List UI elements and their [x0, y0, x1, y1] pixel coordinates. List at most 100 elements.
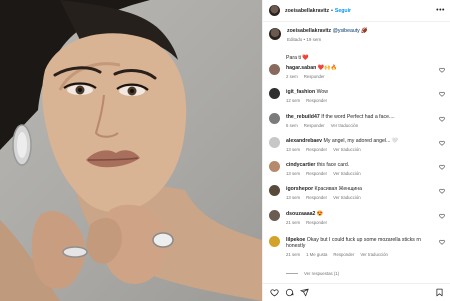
comment-text: igorshepor Красивая Женщина	[286, 186, 436, 192]
comment-body: Красивая Женщина	[314, 186, 363, 192]
caption-edited-label: Editado	[287, 37, 303, 42]
comment-action-link[interactable]: Responder	[304, 74, 325, 79]
comment-action-link[interactable]: Responder	[304, 123, 325, 128]
comment-icon[interactable]	[285, 288, 294, 297]
comment-body: If the word Perfect had a face....	[321, 114, 395, 120]
heart-icon[interactable]	[270, 288, 279, 297]
replies-divider	[286, 273, 298, 274]
caption-extra-text: Para ti ❤️	[286, 55, 309, 61]
comment-body: ❤️🙌🔥	[317, 65, 338, 71]
comment-meta: 2 sem Responder	[286, 74, 331, 79]
comment-time: 13 sem	[286, 147, 301, 152]
more-options-icon[interactable]: •••	[436, 7, 445, 14]
comment-username[interactable]: the_rebuild47	[286, 114, 320, 120]
comment-action-link[interactable]: Ver traducción	[333, 147, 360, 152]
comment-text: cindycartier this face card.	[286, 162, 436, 168]
comment-row: igorshepor Красивая Женщина 13 sem Respond…	[269, 185, 449, 207]
comment-action-link[interactable]: Responder	[306, 98, 327, 103]
comment-username[interactable]: igorshepor	[286, 186, 313, 192]
comment-like-heart-icon[interactable]	[439, 213, 445, 219]
comment-like-heart-icon[interactable]	[439, 91, 445, 97]
comment-like-heart-icon[interactable]	[439, 140, 445, 146]
caption-username[interactable]: zoeisabellakravitz	[287, 28, 331, 34]
comment-username[interactable]: lilpekoe	[286, 237, 305, 243]
comment-username[interactable]: hagar.saban	[286, 65, 316, 71]
caption-time: 19 sem	[306, 37, 322, 42]
caption-mention-link[interactable]: @ysibeauty	[333, 28, 360, 34]
comment-body: My angel, my adored angel... 🤍	[323, 138, 399, 144]
post-photo	[0, 0, 262, 301]
comment-avatar[interactable]	[269, 113, 280, 124]
comment-row: alexandrebaev My angel, my adored angel.…	[269, 137, 449, 159]
comment-action-link[interactable]: Responder	[333, 252, 354, 257]
comment-like-heart-icon[interactable]	[439, 164, 445, 170]
comment-time: 13 sem	[286, 171, 301, 176]
comment-time: 2 sem	[286, 74, 298, 79]
comment-username[interactable]: alexandrebaev	[286, 138, 322, 144]
author-username[interactable]: zoeisabellakravitz	[285, 8, 329, 14]
portrait-image	[0, 0, 262, 301]
comment-username[interactable]: cindycartier	[286, 162, 315, 168]
comment-action-link[interactable]: Responder	[306, 171, 327, 176]
comment-action-link[interactable]: Ver traducción	[333, 171, 360, 176]
comment-avatar[interactable]	[269, 137, 280, 148]
comment-text: the_rebuild47 If the word Perfect had a …	[286, 114, 436, 120]
comment-row: lilpekoe Okay but I could fuck up some m…	[269, 236, 449, 258]
comment-avatar[interactable]	[269, 210, 280, 221]
comment-meta: 13 sem Responder Ver traducción	[286, 147, 367, 152]
comment-username[interactable]: dsouzaaaa2	[286, 211, 315, 217]
comment-row: the_rebuild47 If the word Perfect had a …	[269, 113, 449, 135]
comment-meta: 6 sem Responder Ver traducción	[286, 123, 364, 128]
comment-text: dsouzaaaa2 😍	[286, 211, 436, 217]
comment-action-link[interactable]: Responder	[306, 195, 327, 200]
comment-body: Wow	[316, 89, 328, 95]
comment-time: 21 sem	[286, 252, 301, 257]
caption-separator: •	[303, 37, 306, 42]
comment-time: 13 sem	[286, 195, 301, 200]
comment-like-heart-icon[interactable]	[439, 188, 445, 194]
comment-action-link[interactable]: Ver traducción	[333, 195, 360, 200]
comment-row: dsouzaaaa2 😍 21 sem Responder	[269, 210, 449, 232]
comment-text: igit_fashion Wow	[286, 89, 436, 95]
share-icon[interactable]	[300, 288, 309, 297]
comment-body: this face card.	[316, 162, 350, 168]
comment-action-link[interactable]: 1 Me gusta	[306, 252, 327, 257]
comment-like-heart-icon[interactable]	[439, 239, 445, 245]
comment-time: 12 sem	[286, 98, 301, 103]
comment-action-link[interactable]: Ver traducción	[331, 123, 358, 128]
comment-meta: 21 sem 1 Me gusta Responder Ver traducción	[286, 252, 394, 257]
comment-text: hagar.saban ❤️🙌🔥	[286, 65, 436, 71]
separator-dot: •	[331, 7, 333, 14]
comment-meta: 12 sem Responder	[286, 98, 333, 103]
view-replies-link[interactable]: Ver respuestas (1)	[286, 271, 339, 276]
comment-body: 😍	[316, 211, 324, 217]
comment-text: lilpekoe Okay but I could fuck up some m…	[286, 237, 436, 250]
comment-body: Okay but I could fuck up some mozarella …	[286, 237, 421, 250]
comment-row: igit_fashion Wow 12 sem Responder	[269, 88, 449, 110]
post-header: zoeisabellakravitz • Seguir •••	[263, 0, 450, 22]
comment-avatar[interactable]	[269, 64, 280, 75]
post-caption: zoeisabellakravitz @ysibeauty 🏈 Editado …	[269, 28, 445, 42]
comment-action-link[interactable]: Ver traducción	[360, 252, 387, 257]
comment-meta: 13 sem Responder Ver traducción	[286, 171, 367, 176]
comment-time: 6 sem	[286, 123, 298, 128]
comment-avatar[interactable]	[269, 236, 280, 247]
comment-username[interactable]: igit_fashion	[286, 89, 315, 95]
comment-like-heart-icon[interactable]	[439, 67, 445, 73]
comment-row: cindycartier this face card. 13 sem Respon…	[269, 161, 449, 183]
caption-emoji: 🏈	[361, 28, 368, 34]
bookmark-icon[interactable]	[435, 288, 444, 297]
comment-like-heart-icon[interactable]	[439, 116, 445, 122]
comment-avatar[interactable]	[269, 161, 280, 172]
comment-action-link[interactable]: Responder	[306, 147, 327, 152]
comment-action-link[interactable]: Responder	[306, 220, 327, 225]
post-actions-bar	[263, 283, 450, 301]
caption-avatar[interactable]	[269, 28, 281, 40]
author-avatar[interactable]	[269, 5, 280, 16]
comment-avatar[interactable]	[269, 185, 280, 196]
post-panel: zoeisabellakravitz • Seguir ••• zoeisabe…	[262, 0, 450, 301]
follow-button[interactable]: Seguir	[335, 8, 351, 14]
comment-row: hagar.saban ❤️🙌🔥 2 sem Responder	[269, 64, 449, 86]
view-replies-label[interactable]: Ver respuestas (1)	[304, 271, 339, 276]
comment-avatar[interactable]	[269, 88, 280, 99]
